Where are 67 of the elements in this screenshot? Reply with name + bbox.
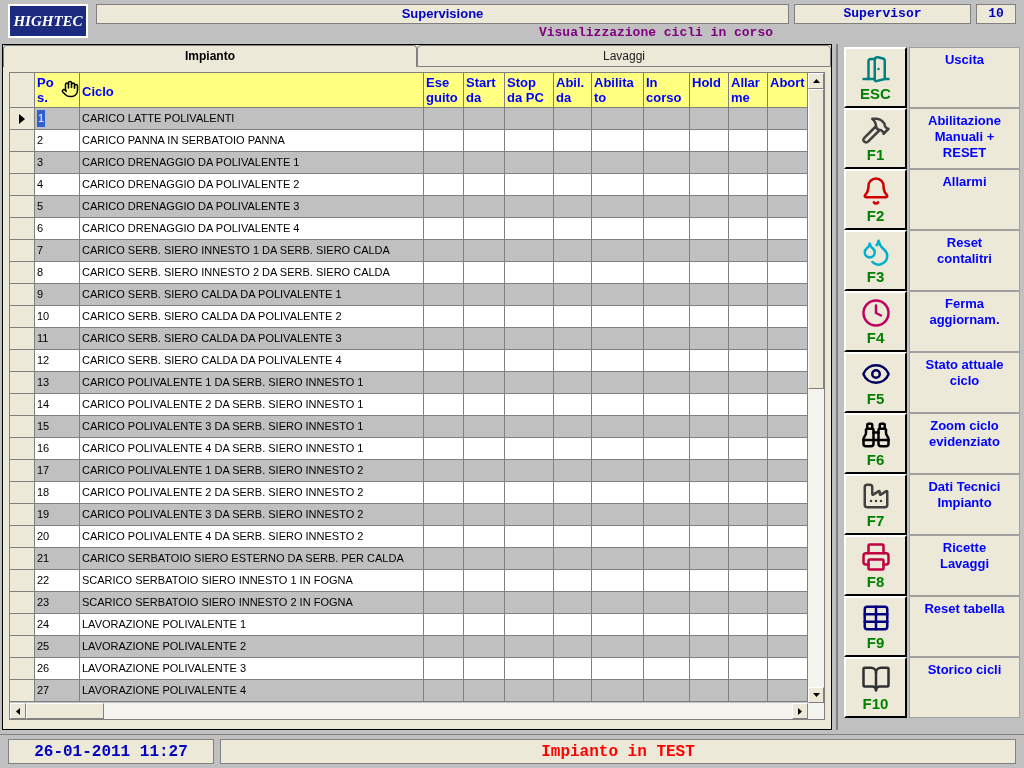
- column-header[interactable]: Abilita to: [592, 73, 644, 108]
- tools-icon: [860, 115, 891, 145]
- column-header[interactable]: Start da: [464, 73, 505, 108]
- table-cell: [505, 680, 554, 702]
- function-key-button[interactable]: F1: [844, 108, 907, 169]
- function-key-button[interactable]: F2: [844, 169, 907, 230]
- tab[interactable]: Lavaggi: [417, 45, 831, 67]
- clock-icon: [860, 298, 891, 328]
- table-cell: [592, 680, 644, 702]
- column-header[interactable]: In corso: [644, 73, 690, 108]
- column-header[interactable]: Po s.: [35, 73, 80, 108]
- logo: HIGHTEC: [8, 4, 88, 38]
- function-key-button[interactable]: F10: [844, 657, 907, 718]
- scrollbar-thumb[interactable]: [26, 703, 104, 719]
- function-key-button[interactable]: F8: [844, 535, 907, 596]
- table-cell: LAVORAZIONE POLIVALENTE 4: [80, 680, 424, 702]
- table-cell: 27: [35, 680, 80, 702]
- function-key-label: Dati Tecnici Impianto: [909, 474, 1020, 535]
- table-cell: [644, 680, 690, 702]
- function-key-button[interactable]: F6: [844, 413, 907, 474]
- column-header[interactable]: Stop da PC: [505, 73, 554, 108]
- date-time: 26-01-2011 11:27: [8, 739, 214, 764]
- function-key-button[interactable]: F7: [844, 474, 907, 535]
- user-level: 10: [976, 4, 1016, 24]
- column-header[interactable]: Ese guito: [424, 73, 464, 108]
- function-key-label: Stato attuale ciclo: [909, 352, 1020, 413]
- function-key-button[interactable]: F3: [844, 230, 907, 291]
- tab[interactable]: Impianto: [3, 45, 417, 67]
- function-key-button[interactable]: F9: [844, 596, 907, 657]
- current-row-icon: [19, 113, 25, 124]
- user-name: Supervisor: [794, 4, 971, 24]
- column-header[interactable]: Ciclo: [80, 73, 424, 108]
- scroll-up-icon: [812, 79, 820, 83]
- table-cell: [464, 680, 505, 702]
- binoculars-icon: [860, 420, 891, 450]
- scrollbar-thumb[interactable]: [808, 89, 824, 389]
- status-message: Impianto in TEST: [220, 739, 1016, 764]
- function-key-label: Reset tabella: [909, 596, 1020, 657]
- table-cell: [424, 680, 464, 702]
- function-key-button[interactable]: F4: [844, 291, 907, 352]
- table-cell: [729, 680, 768, 702]
- function-key-button[interactable]: ESC: [844, 47, 907, 108]
- function-key-label: Reset contalitri: [909, 230, 1020, 291]
- row-header[interactable]: [10, 108, 35, 130]
- function-key-label: Storico cicli: [909, 657, 1020, 718]
- scroll-left-icon: [16, 707, 20, 715]
- window-title: Supervisione: [96, 4, 789, 24]
- function-key-label: Zoom ciclo evidenziato: [909, 413, 1020, 474]
- function-key-label: Abilitazione Manuali + RESET: [909, 108, 1020, 169]
- vertical-scrollbar[interactable]: [808, 73, 824, 703]
- horizontal-scrollbar[interactable]: [10, 703, 824, 719]
- table-cell: [554, 680, 592, 702]
- column-header[interactable]: Hold: [690, 73, 729, 108]
- scroll-right-icon: [798, 707, 802, 715]
- door-icon: [860, 54, 891, 84]
- page-subtitle: Visualizzazione cicli in corso: [538, 24, 773, 42]
- function-key-button[interactable]: F5: [844, 352, 907, 413]
- table-cell: [690, 680, 729, 702]
- scroll-down-icon: [812, 693, 820, 697]
- function-key-label: Ricette Lavaggi: [909, 535, 1020, 596]
- function-key-label: Allarmi: [909, 169, 1020, 230]
- column-header[interactable]: Allar me: [729, 73, 768, 108]
- column-header[interactable]: Abil. da: [554, 73, 592, 108]
- column-header[interactable]: Abort: [768, 73, 808, 108]
- function-key-label: Ferma aggiornam.: [909, 291, 1020, 352]
- function-key-label: Uscita: [909, 47, 1020, 108]
- book-icon: [860, 664, 891, 694]
